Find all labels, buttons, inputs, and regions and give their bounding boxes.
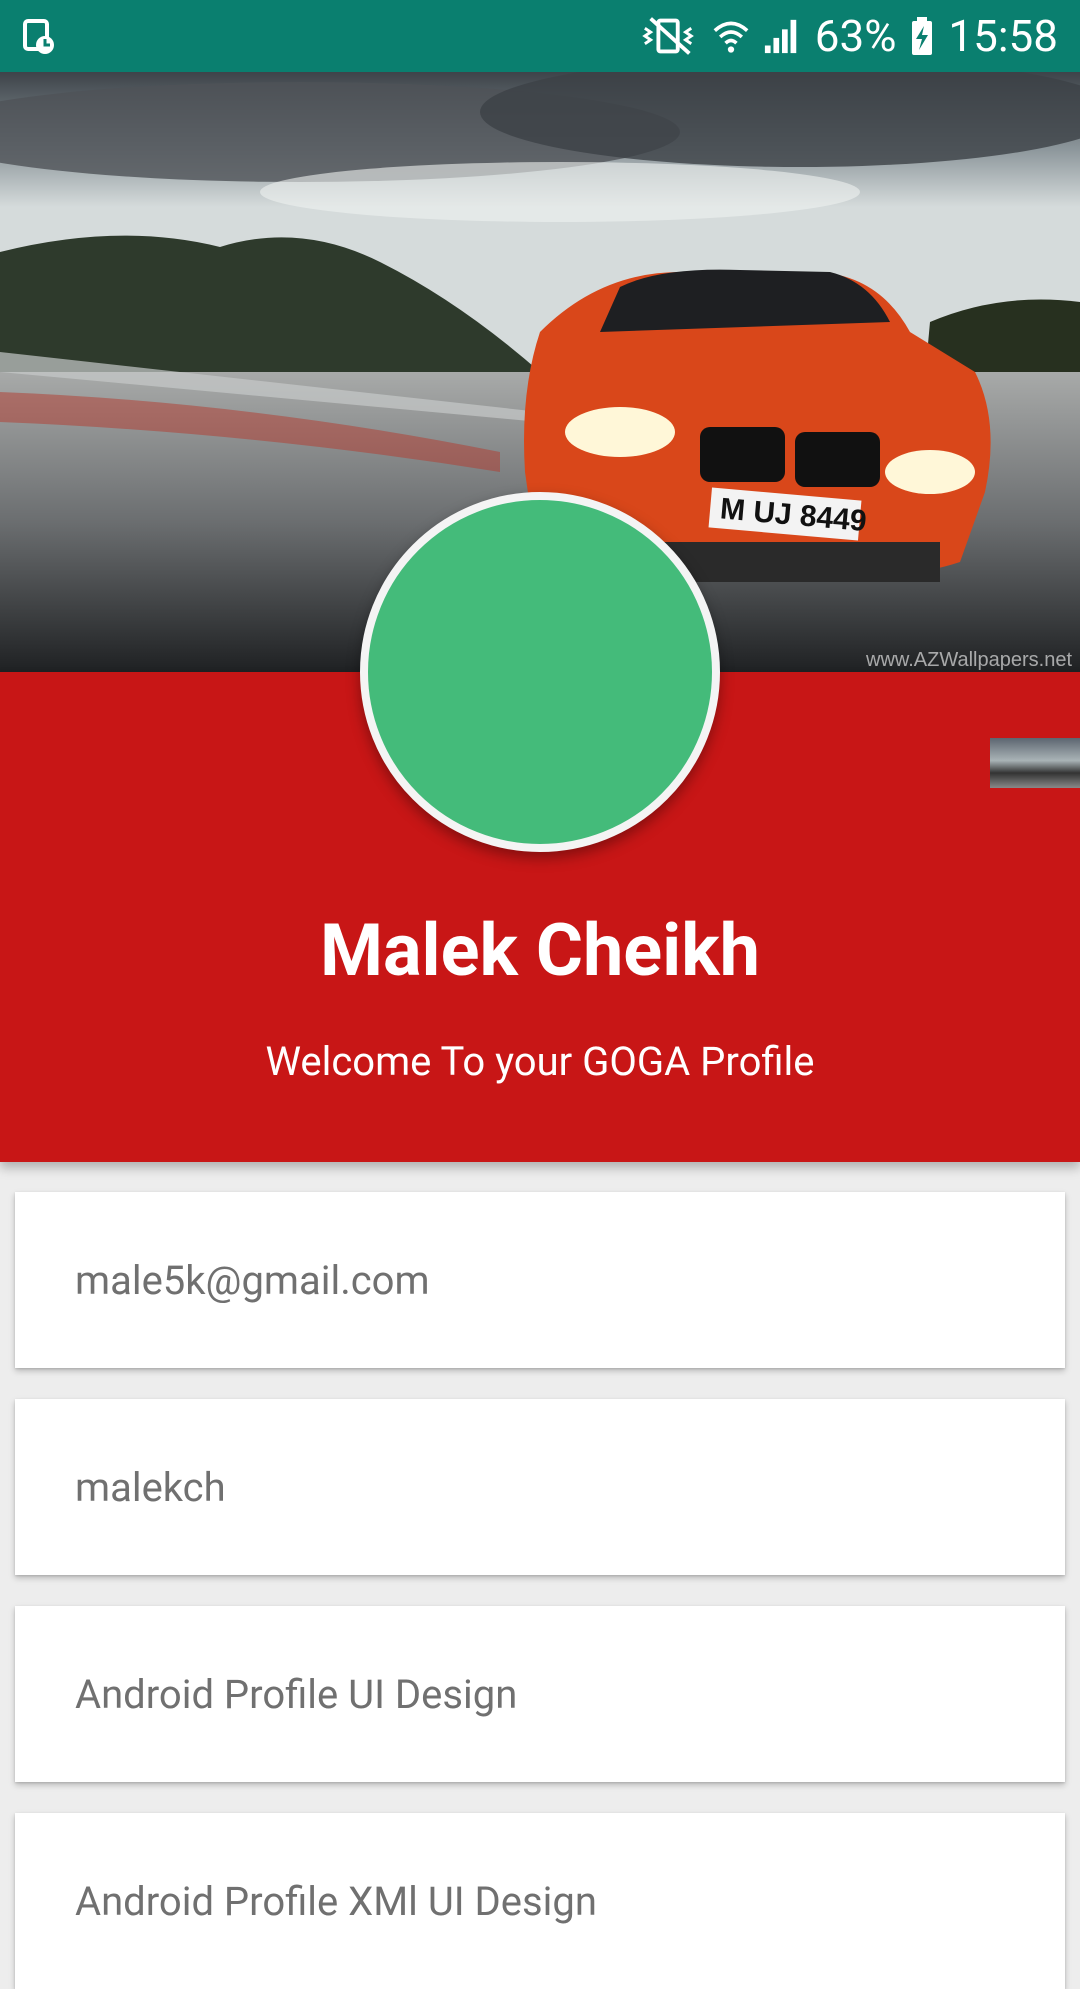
avatar[interactable] [360,492,720,852]
signal-icon [764,19,796,54]
profile-subtitle: Welcome To your GOGA Profile [265,1038,815,1085]
vibrate-icon [641,17,694,55]
profile-name: Malek Cheikh [319,908,760,993]
email-value: male5k@gmail.com [75,1256,430,1304]
username-value: malekch [75,1463,226,1511]
info-value: Android Profile UI Design [75,1670,518,1718]
battery-percent: 63% [814,10,897,62]
screenshot-icon [23,19,54,54]
status-bar-right: 63% 15:58 [641,0,1058,72]
battery-charging-icon [912,17,933,55]
info-card-2[interactable]: Android Profile XMl UI Design [15,1813,1065,1989]
wallpaper-watermark: www.AZWallpapers.net [866,649,1072,671]
header-thumbnail[interactable] [990,738,1080,788]
wifi-icon [713,21,749,53]
clock: 15:58 [948,10,1058,62]
status-bar: 63% 15:58 [0,0,1080,72]
info-card[interactable]: Android Profile UI Design [15,1606,1065,1782]
email-card[interactable]: male5k@gmail.com [15,1192,1065,1368]
info-value-2: Android Profile XMl UI Design [75,1877,597,1925]
username-card[interactable]: malekch [15,1399,1065,1575]
